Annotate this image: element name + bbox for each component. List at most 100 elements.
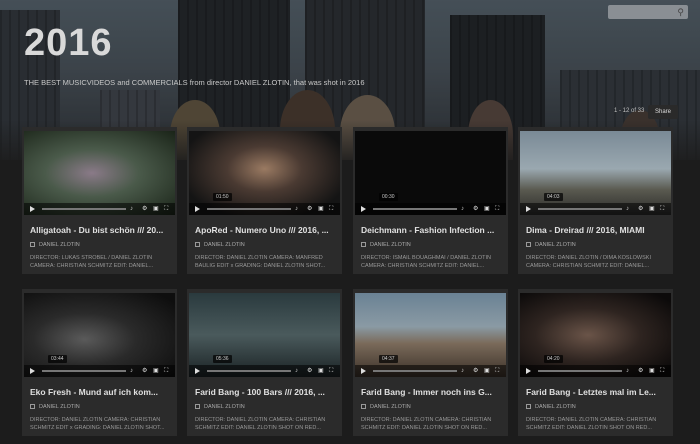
progress-bar[interactable] [538,208,622,210]
fullscreen-icon[interactable]: ⛶ [495,367,499,375]
video-title[interactable]: Dima - Dreirad /// 2016, MIAMI [526,225,645,235]
settings-icon[interactable]: ⚙ [142,367,147,375]
pip-icon[interactable]: ▣ [484,205,490,213]
video-thumbnail[interactable]: 05:36 ♪ ⚙ ▣ ⛶ [189,293,340,377]
author-name: DANIEL ZLOTIN [204,404,245,410]
fullscreen-icon[interactable]: ⛶ [164,367,168,375]
video-card[interactable]: 01:50 ♪ ⚙ ▣ ⛶ ApoRed - Numero Uno /// 2016, .… [187,127,342,274]
video-card[interactable]: 04:37 ♪ ⚙ ▣ ⛶ Farid Bang - Immer noch ins G..… [353,289,508,436]
settings-icon[interactable]: ⚙ [142,205,147,213]
video-thumbnail[interactable]: 00:30 ♪ ⚙ ▣ ⛶ [355,131,506,215]
volume-icon[interactable]: ♪ [295,205,298,213]
progress-bar[interactable] [373,370,457,372]
video-thumbnail[interactable]: 04:03 ♪ ⚙ ▣ ⛶ [520,131,671,215]
video-description: DIRECTOR: LUKAS STROBEL / DANIEL ZLOTIN … [30,255,154,269]
share-button[interactable]: Share [648,105,678,119]
play-icon[interactable] [195,368,200,374]
video-title[interactable]: Alligatoah - Du bist schön /// 20... [30,225,163,235]
video-thumbnail[interactable]: 04:20 ♪ ⚙ ▣ ⛶ [520,293,671,377]
video-thumbnail[interactable]: ♪ ⚙ ▣ ⛶ [24,131,175,215]
volume-icon[interactable]: ♪ [295,367,298,375]
pip-icon[interactable]: ▣ [318,367,324,375]
user-icon [195,242,200,248]
user-icon [361,404,366,410]
video-controls: ♪ ⚙ ▣ ⛶ [520,365,671,377]
play-icon[interactable] [30,368,35,374]
video-thumbnail[interactable]: 04:37 ♪ ⚙ ▣ ⛶ [355,293,506,377]
video-card[interactable]: 00:30 ♪ ⚙ ▣ ⛶ Deichmann - Fashion Infection .… [353,127,508,274]
video-timestamp: 00:30 [379,193,398,201]
video-description: DIRECTOR: DANIEL ZLOTIN / DIMA KOSLOWSKI… [526,255,651,269]
pip-icon[interactable]: ▣ [153,205,159,213]
video-title[interactable]: ApoRed - Numero Uno /// 2016, ... [195,225,329,235]
user-icon [30,242,35,248]
video-controls: ♪ ⚙ ▣ ⛶ [355,365,506,377]
progress-bar[interactable] [42,208,126,210]
video-author: DANIEL ZLOTIN [195,242,245,248]
author-name: DANIEL ZLOTIN [370,404,411,410]
volume-icon[interactable]: ♪ [130,367,133,375]
fullscreen-icon[interactable]: ⛶ [660,367,664,375]
settings-icon[interactable]: ⚙ [473,205,478,213]
play-icon[interactable] [526,368,531,374]
user-icon [526,242,531,248]
settings-icon[interactable]: ⚙ [307,205,312,213]
volume-icon[interactable]: ♪ [461,205,464,213]
progress-bar[interactable] [207,370,291,372]
progress-bar[interactable] [42,370,126,372]
fullscreen-icon[interactable]: ⛶ [164,205,168,213]
video-card[interactable]: ♪ ⚙ ▣ ⛶ Alligatoah - Du bist schön /// 20...… [22,127,177,274]
pip-icon[interactable]: ▣ [153,367,159,375]
video-thumbnail[interactable]: 01:50 ♪ ⚙ ▣ ⛶ [189,131,340,215]
play-icon[interactable] [195,206,200,212]
pip-icon[interactable]: ▣ [649,205,655,213]
author-name: DANIEL ZLOTIN [370,242,411,248]
search-icon[interactable]: ⚲ [677,7,684,17]
search-input[interactable]: ⚲ [608,5,688,19]
video-description: DIRECTOR: ISMAIL BOUAGHMAI / DANIEL ZLOT… [361,255,491,269]
video-title[interactable]: Eko Fresh - Mund auf ich kom... [30,387,158,397]
pip-icon[interactable]: ▣ [318,205,324,213]
page-title: 2016 [24,22,113,64]
video-card[interactable]: 05:36 ♪ ⚙ ▣ ⛶ Farid Bang - 100 Bars /// 2016,… [187,289,342,436]
settings-icon[interactable]: ⚙ [473,367,478,375]
volume-icon[interactable]: ♪ [626,367,629,375]
play-icon[interactable] [526,206,531,212]
volume-icon[interactable]: ♪ [626,205,629,213]
fullscreen-icon[interactable]: ⛶ [329,205,333,213]
video-timestamp: 01:50 [213,193,232,201]
video-controls: ♪ ⚙ ▣ ⛶ [24,203,175,215]
fullscreen-icon[interactable]: ⛶ [660,205,664,213]
video-card[interactable]: 04:20 ♪ ⚙ ▣ ⛶ Farid Bang - Letztes mal im Le.… [518,289,673,436]
pip-icon[interactable]: ▣ [649,367,655,375]
fullscreen-icon[interactable]: ⛶ [495,205,499,213]
video-author: DANIEL ZLOTIN [195,404,245,410]
video-card[interactable]: 04:03 ♪ ⚙ ▣ ⛶ Dima - Dreirad /// 2016, MIAMI D… [518,127,673,274]
progress-bar[interactable] [538,370,622,372]
user-icon [30,404,35,410]
video-author: DANIEL ZLOTIN [30,404,80,410]
fullscreen-icon[interactable]: ⛶ [329,367,333,375]
video-title[interactable]: Farid Bang - 100 Bars /// 2016, ... [195,387,325,397]
video-title[interactable]: Deichmann - Fashion Infection ... [361,225,494,235]
play-icon[interactable] [361,368,366,374]
progress-bar[interactable] [373,208,457,210]
settings-icon[interactable]: ⚙ [638,205,643,213]
settings-icon[interactable]: ⚙ [307,367,312,375]
settings-icon[interactable]: ⚙ [638,367,643,375]
video-card[interactable]: 03:44 ♪ ⚙ ▣ ⛶ Eko Fresh - Mund auf ich kom...… [22,289,177,436]
video-thumbnail[interactable]: 03:44 ♪ ⚙ ▣ ⛶ [24,293,175,377]
progress-bar[interactable] [207,208,291,210]
volume-icon[interactable]: ♪ [130,205,133,213]
volume-icon[interactable]: ♪ [461,367,464,375]
play-icon[interactable] [361,206,366,212]
video-title[interactable]: Farid Bang - Letztes mal im Le... [526,387,656,397]
video-timestamp: 03:44 [48,355,67,363]
play-icon[interactable] [30,206,35,212]
video-description: DIRECTOR: DANIEL ZLOTIN CAMERA: CHRISTIA… [526,417,657,431]
pip-icon[interactable]: ▣ [484,367,490,375]
video-title[interactable]: Farid Bang - Immer noch ins G... [361,387,492,397]
user-icon [526,404,531,410]
video-author: DANIEL ZLOTIN [361,242,411,248]
video-timestamp: 04:20 [544,355,563,363]
